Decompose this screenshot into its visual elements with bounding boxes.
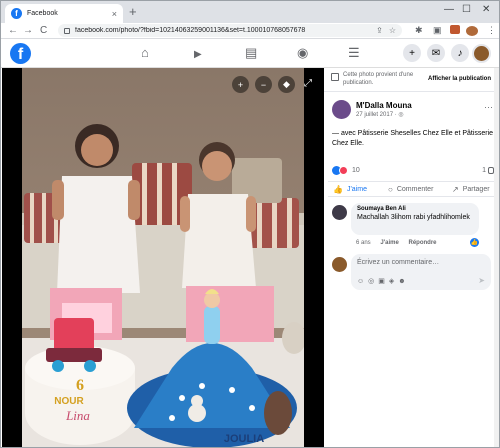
marketplace-icon[interactable]: ▤ bbox=[245, 46, 257, 60]
maximize-icon[interactable]: ☐ bbox=[462, 4, 471, 15]
comment-meta: 6 ans J'aime Répondre bbox=[356, 240, 445, 246]
groups-icon[interactable]: ◉ bbox=[297, 46, 308, 60]
home-icon[interactable]: ⌂ bbox=[141, 46, 149, 60]
cake-number-text: 6 bbox=[76, 377, 84, 394]
facebook-logo-icon[interactable]: f bbox=[10, 43, 31, 64]
comment-bubble: Soumaya Ben Ali Machallah 3lihom rabi yf… bbox=[351, 203, 479, 235]
photo-source-icon bbox=[331, 73, 339, 81]
post-date[interactable]: 27 juillet 2017 · ◎ bbox=[356, 111, 404, 118]
like-label: J'aime bbox=[346, 186, 367, 193]
more-options-icon[interactable]: ··· bbox=[484, 102, 493, 112]
create-icon[interactable]: + bbox=[403, 44, 421, 62]
share-icon: ↗ bbox=[452, 185, 459, 194]
notifications-bell-icon[interactable]: ♪ bbox=[451, 44, 469, 62]
tab-facebook[interactable]: f Facebook × bbox=[5, 4, 123, 23]
post-caption: — avec Pâtisserie Sheselles Chez Elle et… bbox=[332, 130, 494, 147]
party-photo[interactable]: 6 NOUR Lina JOULIA bbox=[22, 68, 304, 447]
author-name[interactable]: M'Dalla Mouna bbox=[356, 101, 412, 110]
share-label: Partager bbox=[462, 186, 490, 193]
comment-text: Machallah 3lihom rabi yfadhlihomlek bbox=[357, 214, 470, 221]
browser-menu-icon[interactable]: ⋮ bbox=[487, 25, 496, 36]
thumbs-up-icon: 👍 bbox=[333, 185, 343, 194]
love-reaction-icon bbox=[339, 166, 348, 175]
zoom-in-icon[interactable]: + bbox=[232, 76, 249, 93]
tab-title: Facebook bbox=[27, 10, 58, 17]
comment-count[interactable]: 1 bbox=[482, 167, 486, 174]
reaction-count[interactable]: 10 bbox=[352, 167, 360, 174]
tab-close-icon[interactable]: × bbox=[112, 9, 117, 19]
view-post-link[interactable]: Afficher la publication bbox=[428, 76, 491, 82]
new-tab-button[interactable]: + bbox=[129, 5, 137, 18]
share-page-icon[interactable]: ⇪ bbox=[376, 26, 383, 35]
comment-label: Commenter bbox=[396, 186, 434, 193]
profile-avatar[interactable] bbox=[466, 26, 478, 36]
scrollbar[interactable] bbox=[494, 68, 499, 447]
messenger-icon[interactable]: ✉ bbox=[427, 44, 445, 62]
facebook-topbar: f ⌂ ▶ ▤ ◉ ☰ + ✉ ♪ bbox=[1, 39, 499, 68]
menu-icon[interactable]: ☰ bbox=[348, 46, 360, 60]
minimize-icon[interactable]: — bbox=[444, 4, 454, 15]
comment-input-placeholder[interactable]: Écrivez un commentaire… bbox=[357, 259, 439, 266]
post-details-panel: Cette photo provient d'une publication. … bbox=[324, 68, 499, 447]
comment-reply-link[interactable]: Répondre bbox=[408, 240, 436, 246]
viewer-avatar bbox=[332, 257, 347, 272]
tab-strip: f Facebook × + — ☐ ✕ bbox=[1, 1, 499, 23]
comment-composer[interactable]: Écrivez un commentaire… ☺◎▣◈☻ ➤ bbox=[351, 254, 491, 290]
zoom-out-icon[interactable]: − bbox=[255, 76, 272, 93]
comment-icon: ○ bbox=[388, 185, 393, 194]
bookmark-star-icon[interactable]: ☆ bbox=[389, 26, 396, 35]
reactions-summary[interactable]: 10 1 bbox=[332, 165, 494, 177]
facebook-favicon-icon: f bbox=[11, 8, 22, 19]
back-icon[interactable]: ← bbox=[8, 24, 18, 37]
post-actions: 👍 J'aime ○ Commenter ↗ Partager bbox=[328, 181, 496, 197]
commenter-avatar[interactable] bbox=[332, 205, 347, 220]
source-notice: Cette photo provient d'une publication. … bbox=[324, 68, 499, 92]
photo-illustration: 6 NOUR Lina JOULIA bbox=[22, 68, 304, 447]
comment-like-reaction-icon: 👍 bbox=[470, 238, 479, 247]
account-avatar[interactable] bbox=[472, 44, 491, 63]
close-window-icon[interactable]: ✕ bbox=[482, 4, 490, 15]
photo-viewer: 6 NOUR Lina JOULIA + − ◆ ⤢ bbox=[2, 68, 324, 447]
browser-window: f Facebook × + — ☐ ✕ ← → C facebook.com/… bbox=[0, 0, 500, 448]
notice-text: Cette photo provient d'une publication. bbox=[343, 72, 414, 86]
composer-tools-icon[interactable]: ☺◎▣◈☻ bbox=[357, 277, 410, 285]
cake-name-nour-text: NOUR bbox=[54, 396, 84, 407]
cake-name-lina-text: Lina bbox=[65, 408, 90, 423]
share-button[interactable]: ↗ Partager bbox=[452, 185, 490, 194]
comment-button[interactable]: ○ Commenter bbox=[388, 185, 433, 194]
comment-like-link[interactable]: J'aime bbox=[380, 240, 398, 246]
reload-icon[interactable]: C bbox=[40, 24, 47, 37]
tag-icon[interactable]: ◆ bbox=[278, 76, 295, 93]
send-icon[interactable]: ➤ bbox=[478, 276, 485, 285]
watch-icon[interactable]: ▶ bbox=[194, 48, 202, 62]
cake-name-joulia-text: JOULIA bbox=[224, 433, 264, 445]
forward-icon[interactable]: → bbox=[23, 24, 33, 37]
lock-icon bbox=[64, 27, 70, 34]
omnibox[interactable]: facebook.com/photo/?fbid=102140632590011… bbox=[58, 24, 402, 37]
url-text[interactable]: facebook.com/photo/?fbid=102140632590011… bbox=[75, 27, 370, 34]
fullscreen-icon[interactable]: ⤢ bbox=[304, 78, 312, 89]
commenter-name[interactable]: Soumaya Ben Ali bbox=[357, 206, 473, 212]
author-avatar[interactable] bbox=[332, 100, 351, 119]
side-panel-icon[interactable]: ▣ bbox=[433, 25, 442, 36]
extensions-icon[interactable]: ✱ bbox=[415, 25, 423, 36]
extension-badge-icon[interactable] bbox=[450, 25, 460, 34]
address-bar-row: ← → C facebook.com/photo/?fbid=102140632… bbox=[1, 23, 499, 39]
comment-age[interactable]: 6 ans bbox=[356, 240, 371, 246]
like-button[interactable]: 👍 J'aime bbox=[333, 185, 367, 194]
